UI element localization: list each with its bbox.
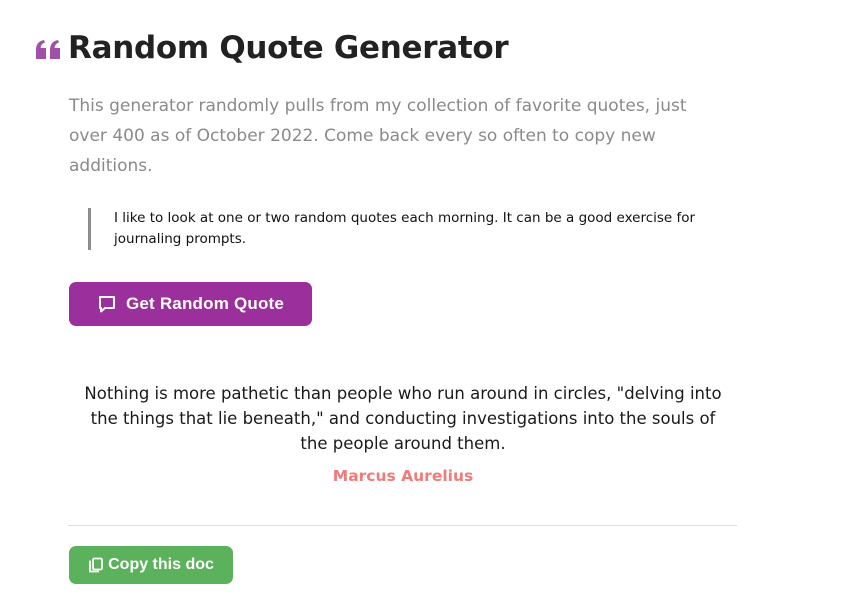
intro-text: This generator randomly pulls from my co… bbox=[69, 96, 687, 176]
quote-text: Nothing is more pathetic than people who… bbox=[84, 384, 722, 453]
quote-author: Marcus Aurelius bbox=[332, 467, 474, 485]
get-random-quote-button[interactable]: Get Random Quote bbox=[69, 282, 312, 326]
copy-doc-label: Copy this doc bbox=[108, 556, 214, 573]
divider bbox=[68, 525, 737, 526]
get-random-quote-label: Get Random Quote bbox=[125, 294, 285, 313]
page-title: Random Quote Generator bbox=[68, 30, 509, 66]
note-blockquote: I like to look at one or two random quot… bbox=[88, 208, 714, 250]
quote-icon bbox=[34, 36, 62, 64]
copy-doc-button[interactable]: Copy this doc bbox=[69, 546, 233, 584]
copy-icon bbox=[88, 557, 104, 573]
speech-bubble-icon bbox=[97, 294, 117, 314]
page-header: Random Quote Generator bbox=[34, 30, 509, 66]
